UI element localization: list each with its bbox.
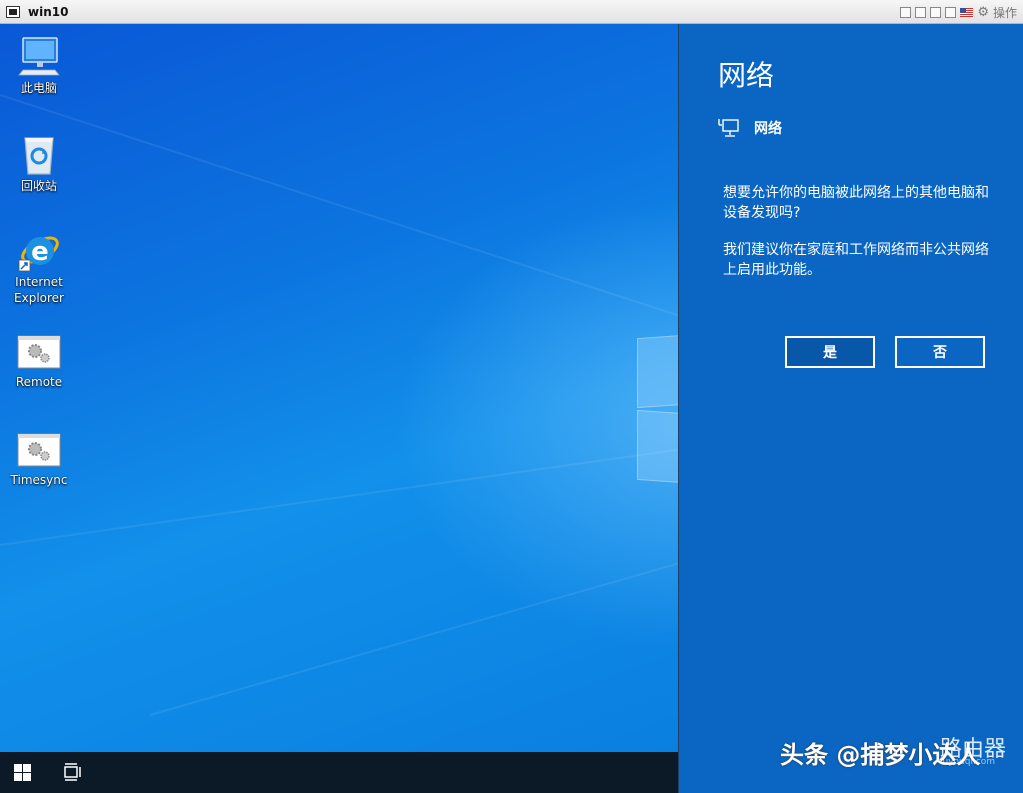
desktop-icon-label: 此电脑 bbox=[20, 81, 57, 95]
desktop-icon-label-line2: Explorer bbox=[14, 291, 64, 305]
svg-text:e: e bbox=[31, 237, 49, 267]
wallpaper-logo-pane bbox=[637, 409, 678, 485]
vm-titlebar: win10 ⚙ 操作 bbox=[0, 0, 1023, 24]
task-view-button[interactable] bbox=[62, 763, 82, 781]
discovery-recommendation: 我们建议你在家庭和工作网络而非公共网络上启用此功能。 bbox=[723, 242, 989, 278]
taskbar bbox=[0, 752, 678, 793]
gear-window-icon bbox=[17, 334, 61, 378]
desktop[interactable]: 此电脑 回收站 e Internet Explorer Remote Times… bbox=[0, 24, 678, 752]
close-button[interactable] bbox=[945, 6, 957, 18]
network-panel: 网络 网络 想要允许你的电脑被此网络上的其他电脑和设备发现吗? 我们建议你在家庭… bbox=[678, 24, 1023, 793]
windows-logo-pane bbox=[23, 773, 31, 781]
windows-logo-pane bbox=[23, 764, 31, 772]
gear-icon[interactable]: ⚙ bbox=[977, 6, 989, 19]
start-button[interactable] bbox=[14, 764, 32, 782]
windows-logo-icon bbox=[14, 764, 22, 772]
recycle-bin-icon bbox=[17, 132, 61, 176]
desktop-icon-label: Internet Explorer bbox=[4, 274, 74, 306]
gear-window-icon bbox=[17, 432, 61, 476]
network-name: 网络 bbox=[754, 121, 782, 137]
window-title: win10 bbox=[28, 4, 69, 19]
fullscreen-button[interactable] bbox=[900, 6, 912, 18]
desktop-icon-this-pc[interactable]: 此电脑 bbox=[4, 34, 74, 96]
desktop-icon-label-line1: Internet bbox=[15, 275, 63, 289]
panel-title: 网络 bbox=[718, 59, 775, 92]
desktop-icon-internet-explorer[interactable]: e Internet Explorer bbox=[4, 228, 74, 306]
wallpaper-beam bbox=[0, 94, 678, 331]
window-icon bbox=[6, 5, 20, 18]
internet-explorer-icon: e bbox=[17, 228, 61, 272]
desktop-icon-label: 回收站 bbox=[20, 179, 57, 193]
watermark-site: luyouqi.com bbox=[940, 757, 996, 767]
yes-button[interactable]: 是 bbox=[785, 336, 875, 368]
network-item: 网络 bbox=[718, 118, 782, 138]
no-button[interactable]: 否 bbox=[895, 336, 985, 368]
desktop-icon-recycle-bin[interactable]: 回收站 bbox=[4, 132, 74, 194]
wallpaper-beam bbox=[0, 438, 678, 546]
restore-button[interactable] bbox=[915, 6, 927, 18]
desktop-icon-remote[interactable]: Remote bbox=[4, 334, 74, 390]
windows-logo-pane bbox=[14, 773, 22, 781]
computer-icon bbox=[17, 34, 61, 78]
desktop-icon-timesync[interactable]: Timesync bbox=[4, 432, 74, 488]
task-view-icon bbox=[64, 763, 81, 781]
discovery-question: 想要允许你的电脑被此网络上的其他电脑和设备发现吗? bbox=[723, 185, 989, 221]
minimize-button[interactable] bbox=[930, 6, 942, 18]
titlebar-controls: ⚙ 操作 bbox=[900, 0, 1017, 24]
wallpaper-logo-pane bbox=[637, 333, 678, 409]
actions-menu[interactable]: 操作 bbox=[993, 4, 1017, 21]
wallpaper-beam bbox=[149, 548, 678, 716]
keyboard-flag-icon[interactable] bbox=[960, 7, 974, 17]
ethernet-icon bbox=[718, 119, 739, 137]
